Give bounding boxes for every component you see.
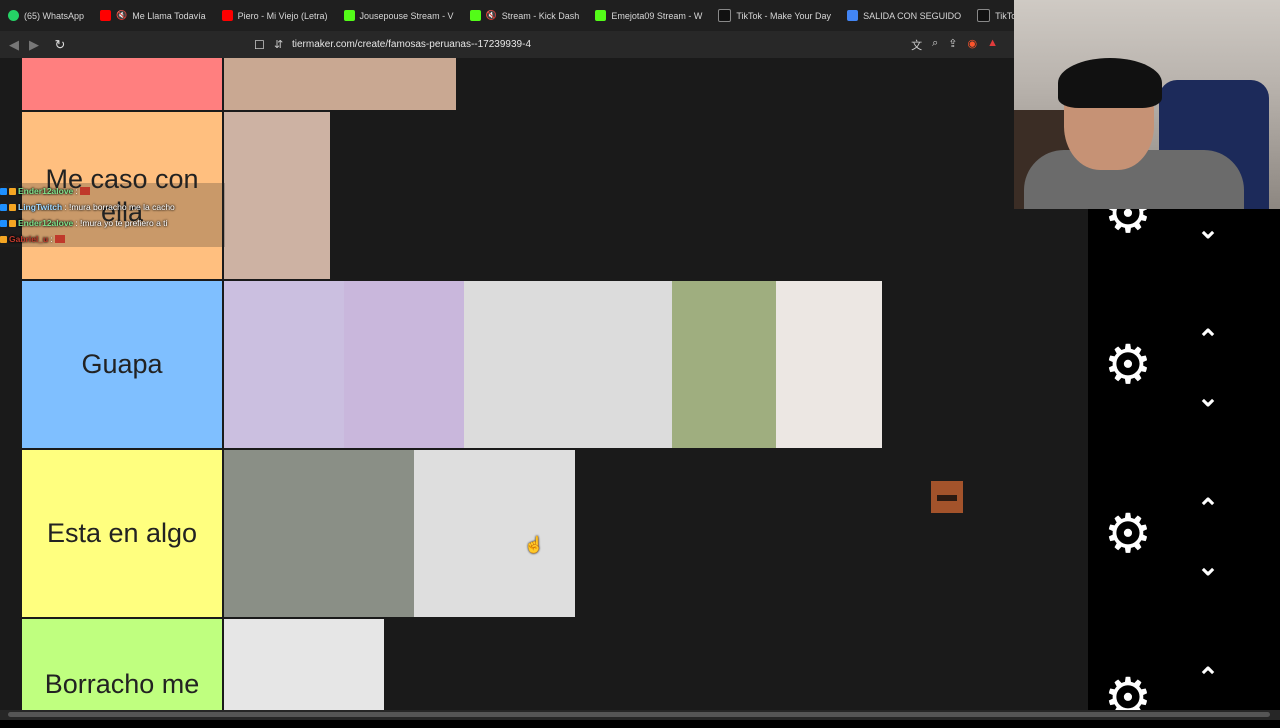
image-placeholder	[464, 281, 672, 448]
tier-image[interactable]	[224, 450, 414, 617]
tier-row: Guapa	[0, 281, 1088, 448]
share-icon[interactable]: ⇪	[948, 37, 957, 53]
chevron-up-icon[interactable]: ⌃	[1188, 495, 1228, 521]
bookmark-emejota[interactable]: Emejota09 Stream - W	[587, 0, 710, 31]
image-placeholder	[224, 450, 414, 617]
badge-icon	[9, 187, 16, 195]
image-placeholder	[224, 112, 330, 279]
tier-image[interactable]	[224, 281, 344, 448]
badge-icon	[0, 219, 7, 227]
bookmark-icon[interactable]: ☐	[254, 38, 274, 52]
tier-label[interactable]: Borracho me	[22, 619, 222, 710]
image-placeholder	[224, 58, 456, 110]
webcam-person-hair	[1058, 58, 1162, 108]
tiktok-icon	[718, 9, 732, 22]
chat-message: LingTwitch : !mura borracho me la cacho	[0, 199, 225, 215]
tier-controls: ⚙ ⌄ ⌃ ⚙ ⌄ ⌃ ⚙ ⌄ ⌃ ⚙	[1088, 187, 1250, 725]
back-icon[interactable]: ◀	[4, 37, 24, 53]
tiktok-icon	[977, 9, 991, 22]
tier-image[interactable]	[776, 281, 882, 448]
docs-icon	[847, 10, 859, 21]
zoom-icon[interactable]: ⌕	[932, 37, 938, 53]
tier-image[interactable]	[672, 281, 776, 448]
browser-toolbar: ◀ ▶ ↻ ☐ ⇵ tiermaker.com/create/famosas-p…	[0, 31, 1014, 58]
badge-icon	[0, 203, 7, 211]
chevron-down-icon[interactable]: ⌄	[1188, 216, 1228, 242]
tier-image[interactable]	[224, 112, 330, 279]
bookmark-kick-dash[interactable]: 🔇 Stream - Kick Dash	[462, 0, 588, 31]
chat-message: Ender12alove :	[0, 183, 225, 199]
bookmark-jousepouse[interactable]: Jousepouse Stream - V	[336, 0, 462, 31]
emote-icon	[54, 235, 65, 243]
chevron-down-icon[interactable]: ⌄	[1188, 553, 1228, 579]
bookmark-tiktok-2[interactable]: TikTok - Make Your Da	[969, 0, 1014, 31]
chat-text: :	[75, 186, 78, 196]
mute-icon: 🔇	[485, 10, 497, 20]
chat-username: Gabriel_u	[9, 234, 49, 244]
tier-image[interactable]	[414, 450, 575, 617]
image-placeholder	[344, 281, 464, 448]
badge-icon	[9, 203, 16, 211]
horizontal-scrollbar[interactable]	[8, 712, 1270, 717]
brave-shield-icon[interactable]: ◉	[968, 37, 978, 53]
badge-icon	[9, 219, 16, 227]
bookmark-piero[interactable]: Piero - Mi Viejo (Letra)	[214, 0, 336, 31]
chat-text: : !mura yo te prefiero a ti	[75, 218, 168, 228]
tier-image[interactable]	[224, 58, 456, 110]
tier-image[interactable]	[344, 281, 464, 448]
tier-row	[0, 58, 1088, 110]
tier-label[interactable]: Guapa	[22, 281, 222, 448]
kick-icon	[595, 10, 607, 21]
forward-icon[interactable]: ▶	[24, 37, 44, 53]
chevron-up-icon[interactable]: ⌃	[1188, 326, 1228, 352]
site-info-icon[interactable]: ⇵	[274, 38, 292, 51]
translate-icon[interactable]: 文	[911, 37, 922, 53]
tier-image[interactable]	[224, 619, 384, 710]
address-bar[interactable]: ☐ ⇵ tiermaker.com/create/famosas-peruana…	[254, 34, 1010, 55]
image-placeholder	[414, 450, 575, 617]
kick-icon	[469, 10, 481, 21]
bookmark-me-llama[interactable]: 🔇 Me Llama Todavía	[92, 0, 214, 31]
chat-message: Ender12alove : !mura yo te prefiero a ti	[0, 215, 225, 231]
bookmark-salida[interactable]: SALIDA CON SEGUIDO	[839, 0, 969, 31]
tier-label[interactable]	[22, 58, 222, 110]
mute-icon: 🔇	[116, 10, 128, 20]
image-placeholder	[224, 281, 344, 448]
chevron-down-icon[interactable]: ⌄	[1188, 384, 1228, 410]
reload-icon[interactable]: ↻	[50, 37, 70, 53]
mouse-cursor-icon: ☝	[524, 537, 544, 554]
kick-icon	[343, 10, 355, 21]
youtube-icon	[100, 10, 112, 21]
tier-row: Esta en algo	[0, 450, 1088, 617]
bookmarks-bar: (65) WhatsApp 🔇 Me Llama Todavía Piero - …	[0, 0, 1014, 31]
chevron-up-icon[interactable]: ⌃	[1188, 664, 1228, 690]
chat-username: LingTwitch	[18, 202, 63, 212]
chat-message: Gabriel_u :	[0, 231, 225, 247]
image-placeholder	[672, 281, 776, 448]
tier-list: Me caso con ella Guapa Esta en algo Borr…	[0, 58, 1088, 710]
emote-icon	[79, 187, 90, 195]
url-text[interactable]: tiermaker.com/create/famosas-peruanas--1…	[292, 39, 911, 50]
gear-icon[interactable]: ⚙	[1101, 338, 1155, 392]
chat-text: :	[50, 234, 53, 244]
chat-username: Ender12alove	[18, 186, 74, 196]
bookmark-tiktok-1[interactable]: TikTok - Make Your Day	[710, 0, 839, 31]
webcam-overlay	[1014, 0, 1280, 209]
tier-row: Borracho me	[0, 619, 1088, 710]
badge-icon	[0, 187, 7, 195]
chat-text: : !mura borracho me la cacho	[64, 202, 175, 212]
bookmark-whatsapp[interactable]: (65) WhatsApp	[0, 0, 92, 31]
chat-username: Ender12alove	[18, 218, 74, 228]
image-placeholder	[224, 619, 384, 710]
tier-image[interactable]	[464, 281, 672, 448]
stream-chat-overlay: Ender12alove : LingTwitch : !mura borrac…	[0, 183, 225, 247]
whatsapp-icon	[8, 10, 19, 21]
gear-icon[interactable]: ⚙	[1101, 507, 1155, 561]
image-placeholder	[776, 281, 882, 448]
emoji-sticker	[931, 481, 963, 513]
badge-icon	[0, 235, 7, 243]
warning-icon[interactable]: ▲	[987, 37, 998, 53]
youtube-icon	[221, 10, 233, 21]
tier-label[interactable]: Esta en algo	[22, 450, 222, 617]
